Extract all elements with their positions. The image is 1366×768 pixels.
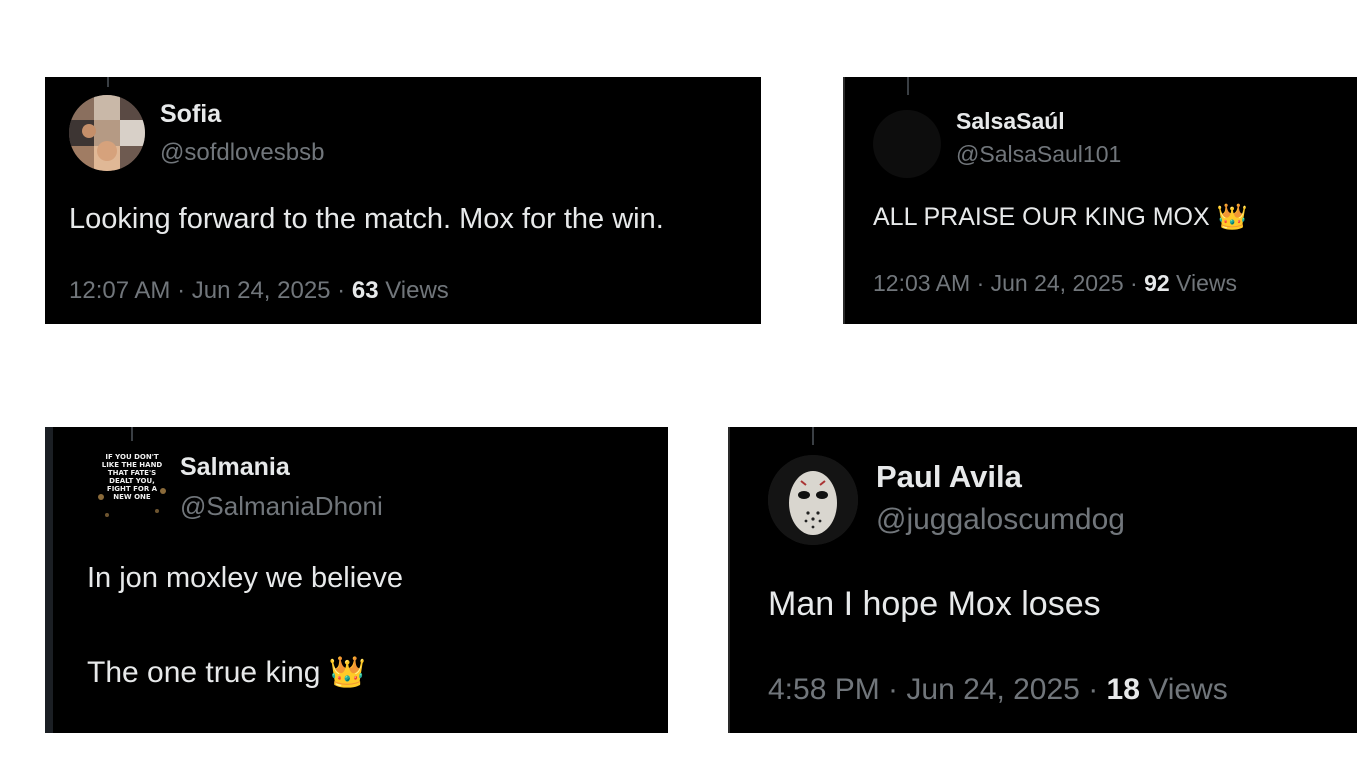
- timestamp[interactable]: 4:58 PM · Jun 24, 2025 ·: [768, 673, 1107, 706]
- views-count: 18: [1106, 673, 1140, 706]
- user-handle[interactable]: @juggaloscumdog: [876, 503, 1125, 537]
- display-name[interactable]: Paul Avila: [876, 459, 1022, 495]
- views-label: Views: [1139, 673, 1228, 706]
- crown-icon: 👑: [328, 655, 367, 690]
- timestamp[interactable]: 12:07 AM · Jun 24, 2025 ·: [69, 277, 352, 304]
- display-name[interactable]: SalsaSaúl: [956, 108, 1065, 135]
- user-handle[interactable]: @SalmaniaDhoni: [180, 491, 383, 522]
- avatar-motto-text: IF YOU DON'T LIKE THE HAND THAT FATE'S D…: [101, 453, 163, 501]
- collage-avatar-image: [69, 95, 145, 171]
- crown-icon: 👑: [1216, 202, 1248, 231]
- avatar[interactable]: [69, 95, 145, 171]
- tweet-meta: 12:03 AM · Jun 24, 2025 · 92 Views: [873, 270, 1237, 297]
- tweet-card-paul-avila[interactable]: Paul Avila @juggaloscumdog Man I hope Mo…: [728, 427, 1357, 733]
- tweet-card-sofia[interactable]: Sofia @sofdlovesbsb Looking forward to t…: [45, 77, 761, 324]
- thread-line: [107, 77, 109, 87]
- tweet-text: ALL PRAISE OUR KING MOX 👑: [873, 202, 1248, 232]
- avatar[interactable]: IF YOU DON'T LIKE THE HAND THAT FATE'S D…: [87, 447, 177, 537]
- tweet-text: Looking forward to the match. Mox for th…: [69, 203, 664, 235]
- timestamp[interactable]: 12:03 AM · Jun 24, 2025 ·: [873, 270, 1144, 296]
- display-name[interactable]: Sofia: [160, 100, 221, 129]
- views-count: 92: [1144, 270, 1170, 296]
- hockey-mask-icon: [768, 455, 858, 545]
- views-label: Views: [378, 277, 449, 304]
- tweet-meta: 4:58 PM · Jun 24, 2025 · 18 Views: [768, 673, 1228, 707]
- thread-line: [812, 427, 814, 445]
- tweet-card-salmania[interactable]: IF YOU DON'T LIKE THE HAND THAT FATE'S D…: [45, 427, 668, 733]
- avatar[interactable]: [873, 110, 941, 178]
- user-handle[interactable]: @sofdlovesbsb: [160, 139, 324, 167]
- tweet-text-content: The one true king: [87, 656, 321, 689]
- thread-line: [907, 77, 909, 95]
- tweet-meta: 12:07 AM · Jun 24, 2025 · 63 Views: [69, 277, 449, 305]
- tweet-text-line-2: The one true king 👑: [87, 655, 366, 690]
- tweet-text: Man I hope Mox loses: [768, 585, 1101, 623]
- user-handle[interactable]: @SalsaSaul101: [956, 141, 1121, 168]
- thread-line: [131, 427, 133, 441]
- tweet-text-line-1: In jon moxley we believe: [87, 562, 403, 594]
- display-name[interactable]: Salmania: [180, 453, 290, 482]
- tweet-text-content: ALL PRAISE OUR KING MOX: [873, 203, 1210, 231]
- tweet-card-salsasaul[interactable]: SalsaSaúl @SalsaSaul101 ALL PRAISE OUR K…: [843, 77, 1357, 324]
- views-label: Views: [1169, 270, 1237, 296]
- views-count: 63: [351, 277, 379, 304]
- avatar[interactable]: [768, 455, 858, 545]
